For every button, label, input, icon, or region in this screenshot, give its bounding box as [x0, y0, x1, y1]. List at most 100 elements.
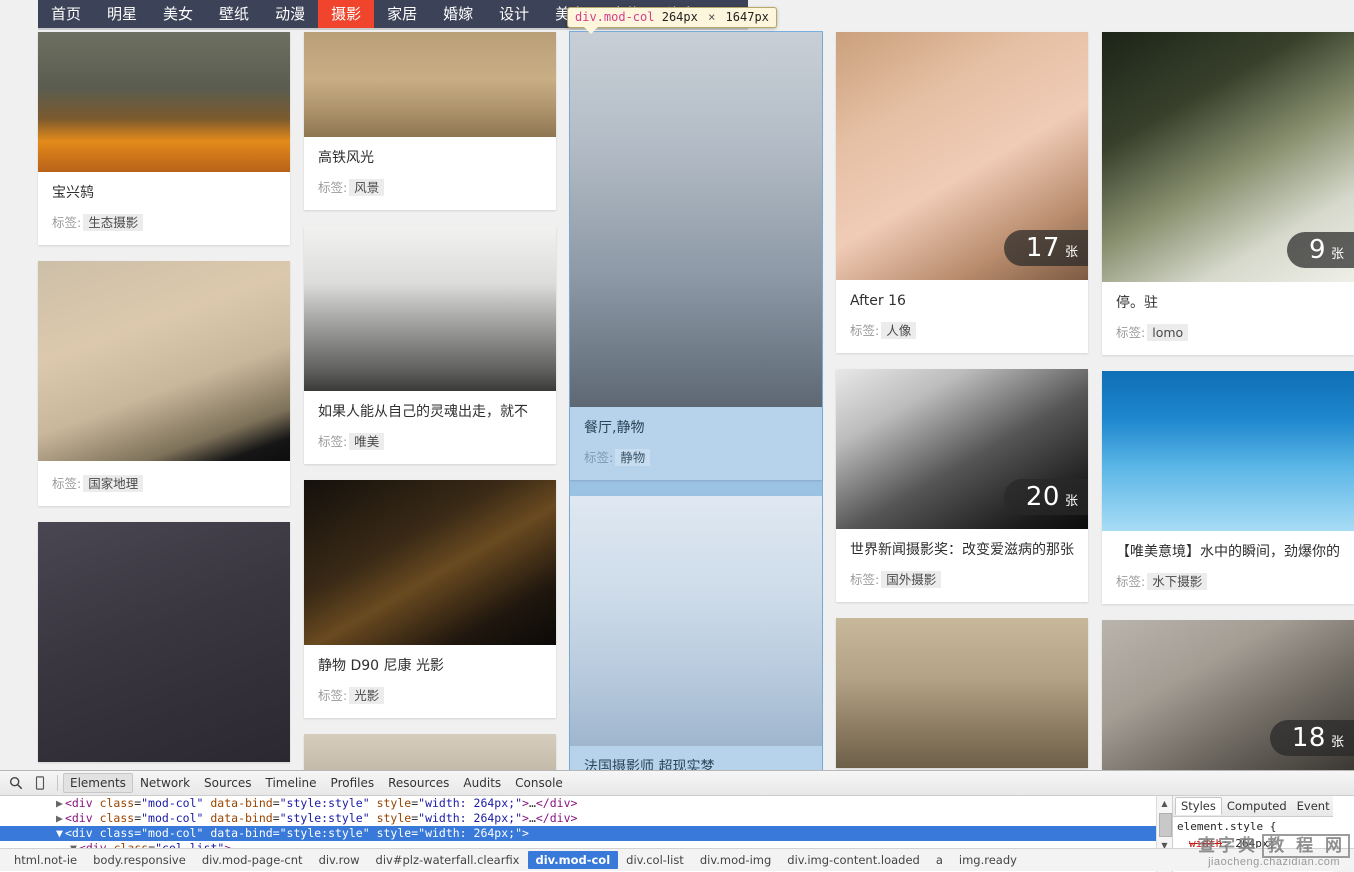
dom-node-row[interactable]: ▼ <div class="mod-col" data-bind="style:s… [0, 826, 1172, 841]
breadcrumb-item-0[interactable]: html.not-ie [6, 851, 85, 869]
styles-tab-2[interactable]: Event Li [1292, 797, 1333, 815]
disclosure-triangle-icon[interactable]: ▶ [56, 796, 63, 810]
photo-card[interactable]: 法国摄影师 超现实梦 [570, 496, 822, 770]
dom-node-row[interactable]: ▶ <div class="mod-col" data-bind="style:s… [0, 811, 1172, 826]
card-image[interactable] [38, 522, 290, 762]
card-image[interactable] [1102, 371, 1354, 531]
devtools-tab-network[interactable]: Network [133, 773, 197, 793]
mod-col-4[interactable]: 9 张停。驻 标签: lomo 【唯美意境】水中的瞬间，劲爆你的… 标签: 水下摄影 18 张 [1102, 32, 1354, 770]
devtools-tab-audits[interactable]: Audits [456, 773, 508, 793]
photo-card[interactable]: 宝兴鸫 标签: 生态摄影 [38, 32, 290, 245]
nav-item-3[interactable]: 壁纸 [206, 0, 262, 28]
breadcrumb-item-3[interactable]: div.row [311, 851, 368, 869]
card-body: 世界新闻摄影奖：改变爱滋病的那张脸 标签: 国外摄影 [836, 529, 1088, 602]
photo-card[interactable]: 如果人能从自己的灵魂出走，就不 标签: 唯美 [304, 226, 556, 464]
photo-card[interactable]: 【唯美意境】水中的瞬间，劲爆你的… 标签: 水下摄影 [1102, 371, 1354, 604]
styles-tab-1[interactable]: Computed [1222, 797, 1292, 815]
nav-item-4[interactable]: 动漫 [262, 0, 318, 28]
dom-node-row[interactable]: ▶ <div class="mod-col" data-bind="style:s… [0, 796, 1172, 811]
photo-card[interactable]: 标签: 国家地理 [38, 261, 290, 506]
devtools-panel: Elements Network Sources Timeline Profiles Re… [0, 770, 1354, 872]
photo-card[interactable]: 静物 D90 尼康 光影 标签: 光影 [304, 480, 556, 718]
card-tag-value[interactable]: 人像 [881, 322, 917, 339]
card-title[interactable]: 停。驻 [1116, 294, 1340, 312]
nav-item-0[interactable]: 首页 [38, 0, 94, 28]
devtools-tab-sources[interactable]: Sources [197, 773, 258, 793]
photo-card[interactable] [836, 618, 1088, 768]
nav-item-2[interactable]: 美女 [150, 0, 206, 28]
disclosure-triangle-icon[interactable]: ▶ [56, 811, 63, 825]
mod-col-0[interactable]: 宝兴鸫 标签: 生态摄影 标签: 国家地理 [38, 32, 290, 770]
card-tag-value[interactable]: 生态摄影 [83, 214, 144, 231]
card-image[interactable] [570, 32, 822, 407]
breadcrumb-item-8[interactable]: div.img-content.loaded [779, 851, 928, 869]
card-image[interactable] [38, 32, 290, 172]
card-title[interactable]: 宝兴鸫 [52, 184, 276, 202]
breadcrumb-item-7[interactable]: div.mod-img [692, 851, 779, 869]
photo-card[interactable]: 18 张 [1102, 620, 1354, 770]
devtools-tab-resources[interactable]: Resources [381, 773, 456, 793]
photo-card[interactable]: 17 张 After 16 标签: 人像 [836, 32, 1088, 353]
mod-col-1[interactable]: 高铁风光 标签: 风景 如果人能从自己的灵魂出走，就不 标签: 唯美 静物 D90 尼康 光… [304, 32, 556, 770]
photo-card[interactable] [38, 522, 290, 762]
breadcrumb-item-2[interactable]: div.mod-page-cnt [194, 851, 311, 869]
card-title[interactable]: 静物 D90 尼康 光影 [318, 657, 542, 675]
nav-item-8[interactable]: 设计 [486, 0, 542, 28]
breadcrumb-item-4[interactable]: div#plz-waterfall.clearfix [368, 851, 528, 869]
scroll-up-icon[interactable]: ▲ [1157, 796, 1172, 810]
breadcrumb-item-6[interactable]: div.col-list [618, 851, 692, 869]
card-image[interactable] [304, 734, 556, 770]
card-title[interactable]: 如果人能从自己的灵魂出走，就不 [318, 403, 542, 421]
disclosure-triangle-icon[interactable]: ▼ [56, 826, 63, 840]
card-tag-value[interactable]: lomo [1147, 324, 1189, 341]
card-image[interactable]: 20 张 [836, 369, 1088, 529]
card-tag-value[interactable]: 国家地理 [83, 475, 144, 492]
breadcrumb-item-10[interactable]: img.ready [951, 851, 1025, 869]
card-tag-value[interactable]: 水下摄影 [1147, 573, 1208, 590]
breadcrumb-item-9[interactable]: a [928, 851, 951, 869]
card-title[interactable]: After 16 [850, 292, 1074, 310]
breadcrumb-item-1[interactable]: body.responsive [85, 851, 194, 869]
card-title[interactable]: 餐厅,静物 [584, 419, 808, 437]
card-image[interactable] [836, 618, 1088, 768]
nav-item-7[interactable]: 婚嫁 [430, 0, 486, 28]
photo-card[interactable]: 餐厅,静物 标签: 静物 [570, 32, 822, 480]
card-image[interactable] [304, 480, 556, 645]
card-title[interactable]: 【唯美意境】水中的瞬间，劲爆你的… [1116, 543, 1340, 561]
card-tag-value[interactable]: 光影 [349, 687, 385, 704]
photo-card[interactable]: 高铁风光 标签: 风景 [304, 32, 556, 210]
search-icon[interactable] [4, 772, 28, 794]
devtools-tab-profiles[interactable]: Profiles [324, 773, 382, 793]
card-image[interactable]: 9张 [1102, 32, 1354, 282]
card-image[interactable] [304, 226, 556, 391]
card-image[interactable]: 18 张 [1102, 620, 1354, 770]
nav-item-1[interactable]: 明星 [94, 0, 150, 28]
card-title[interactable]: 高铁风光 [318, 149, 542, 167]
card-image[interactable]: 17 张 [836, 32, 1088, 280]
photo-card[interactable]: 20 张世界新闻摄影奖：改变爱滋病的那张脸 标签: 国外摄影 [836, 369, 1088, 602]
photo-card[interactable] [304, 734, 556, 770]
devtools-tab-timeline[interactable]: Timeline [259, 773, 324, 793]
devtools-tab-elements[interactable]: Elements [63, 773, 133, 793]
card-image[interactable] [38, 261, 290, 461]
scroll-thumb[interactable] [1159, 813, 1172, 837]
card-tag-value[interactable]: 唯美 [349, 433, 385, 450]
mod-col-3[interactable]: 17 张 After 16 标签: 人像 20 张世界新闻摄影奖：改变爱滋病的那张脸 标签: 国… [836, 32, 1088, 770]
nav-item-5[interactable]: 摄影 [318, 0, 375, 28]
card-tag-value[interactable]: 风景 [349, 179, 385, 196]
card-image[interactable] [304, 32, 556, 137]
card-title[interactable]: 法国摄影师 超现实梦 [584, 758, 808, 770]
device-icon[interactable] [28, 772, 52, 794]
card-tag-label: 标签: [850, 572, 880, 587]
card-image[interactable] [570, 496, 822, 746]
photo-card[interactable]: 9 张停。驻 标签: lomo [1102, 32, 1354, 355]
card-tag-value[interactable]: 静物 [615, 449, 651, 466]
card-title[interactable]: 世界新闻摄影奖：改变爱滋病的那张脸 [850, 541, 1074, 559]
devtools-tab-console[interactable]: Console [508, 773, 570, 793]
card-tag-value[interactable]: 国外摄影 [881, 571, 942, 588]
mod-col-2[interactable]: 餐厅,静物 标签: 静物法国摄影师 超现实梦 [569, 31, 823, 770]
nav-item-6[interactable]: 家居 [374, 0, 430, 28]
styles-tab-0[interactable]: Styles [1175, 797, 1222, 815]
photo-thumbnail [1102, 371, 1354, 531]
breadcrumb-item-5[interactable]: div.mod-col [527, 851, 619, 869]
